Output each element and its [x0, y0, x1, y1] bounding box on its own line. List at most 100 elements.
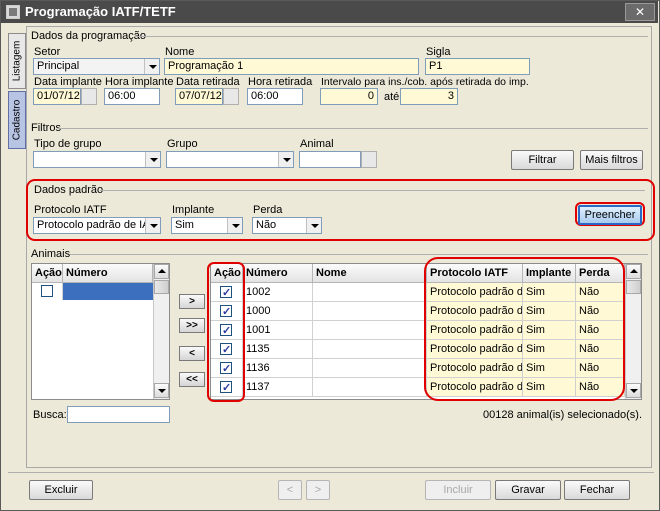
move-left-button[interactable]: <: [179, 346, 205, 361]
row-nome-cell[interactable]: [313, 321, 427, 340]
scroll-down-button[interactable]: [626, 383, 641, 398]
scroll-up-button[interactable]: [154, 264, 169, 279]
data-retirada-input[interactable]: 07/07/12: [175, 88, 223, 105]
row-numero-cell[interactable]: 1135: [243, 340, 313, 359]
row-numero-cell[interactable]: 1000: [243, 302, 313, 321]
close-button[interactable]: ✕: [625, 3, 655, 21]
mais-filtros-button[interactable]: Mais filtros: [580, 150, 643, 170]
app-window-icon: [6, 5, 20, 19]
perda-select[interactable]: Não: [252, 217, 322, 234]
setor-value: Principal: [37, 60, 80, 72]
highlight-acao-column: [207, 262, 245, 402]
data-implante-input[interactable]: 01/07/12: [33, 88, 81, 105]
header-nome[interactable]: Nome: [313, 264, 427, 283]
grupo-select[interactable]: [166, 151, 294, 168]
protocolo-select[interactable]: Protocolo padrão de IATF: [33, 217, 161, 234]
scroll-up-button[interactable]: [626, 264, 641, 279]
intervalo-to-input[interactable]: 3: [400, 88, 458, 105]
hora-implante-input[interactable]: 06:00: [104, 88, 160, 105]
row-numero-cell[interactable]: 1136: [243, 359, 313, 378]
chevron-down-icon: [145, 152, 160, 167]
animal-lookup-button[interactable]: [361, 151, 377, 168]
data-implante-calendar[interactable]: [81, 88, 97, 105]
gravar-button[interactable]: Gravar: [495, 480, 561, 500]
chevron-down-icon: [306, 218, 321, 233]
row-nome-cell[interactable]: [313, 340, 427, 359]
incluir-button[interactable]: Incluir: [425, 480, 491, 500]
busca-input[interactable]: [67, 406, 170, 423]
chevron-down-icon: [227, 218, 242, 233]
animais-title: Animais: [31, 248, 71, 260]
left-row-action-cell[interactable]: [32, 283, 63, 300]
dados-programacao-title: Dados da programação: [31, 30, 146, 42]
perda-value: Não: [256, 219, 277, 231]
intervalo-from-input[interactable]: 0: [320, 88, 378, 105]
footer-divider: [8, 472, 654, 473]
hora-retirada-input[interactable]: 06:00: [247, 88, 303, 105]
busca-label: Busca:: [33, 409, 67, 421]
data-implante-label: Data implante: [34, 76, 102, 88]
preencher-button[interactable]: Preencher: [578, 205, 642, 225]
row-numero-cell[interactable]: 1001: [243, 321, 313, 340]
row-nome-cell[interactable]: [313, 359, 427, 378]
scroll-down-button[interactable]: [154, 383, 169, 398]
tipo-grupo-select[interactable]: [33, 151, 161, 168]
ate-label: até: [384, 91, 400, 103]
nome-label: Nome: [165, 46, 195, 58]
move-all-right-button[interactable]: >>: [179, 318, 205, 333]
scroll-thumb[interactable]: [626, 280, 641, 294]
tab-cadastro-label: Cadastro: [11, 99, 23, 141]
filtros-title: Filtros: [31, 122, 61, 134]
move-all-left-button[interactable]: <<: [179, 372, 205, 387]
left-grid-scrollbar[interactable]: [153, 264, 169, 399]
fechar-button[interactable]: Fechar: [564, 480, 630, 500]
highlight-defaults-columns: [424, 257, 625, 401]
hora-implante-label: Hora implante: [105, 76, 174, 88]
nome-input[interactable]: Programação 1: [164, 58, 419, 75]
protocolo-label: Protocolo IATF: [34, 204, 107, 216]
scroll-thumb[interactable]: [154, 280, 169, 294]
implante-select[interactable]: Sim: [171, 217, 243, 234]
implante-label: Implante: [172, 204, 215, 216]
intervalo-label: Intervalo para ins./cob. após retirada d…: [321, 76, 529, 88]
data-retirada-calendar[interactable]: [223, 88, 239, 105]
left-header-acao[interactable]: Ação: [32, 264, 63, 283]
dados-padrao-title: Dados padrão: [34, 184, 104, 196]
row-nome-cell[interactable]: [313, 283, 427, 302]
setor-select[interactable]: Principal: [33, 58, 160, 75]
filtrar-button[interactable]: Filtrar: [511, 150, 574, 170]
previous-button[interactable]: <: [278, 480, 302, 500]
row-nome-cell[interactable]: [313, 378, 427, 397]
divider: [58, 128, 648, 129]
tab-listagem-label: Listagem: [11, 40, 23, 82]
left-row-selected[interactable]: [63, 283, 153, 300]
excluir-button[interactable]: Excluir: [29, 480, 93, 500]
divider: [70, 254, 648, 255]
animal-input[interactable]: [299, 151, 361, 168]
next-button[interactable]: >: [306, 480, 330, 500]
right-grid-scrollbar[interactable]: [625, 264, 641, 399]
row-numero-cell[interactable]: 1137: [243, 378, 313, 397]
left-header-numero[interactable]: Número: [63, 264, 153, 283]
data-retirada-label: Data retirada: [176, 76, 240, 88]
chevron-down-icon: [145, 218, 160, 233]
header-numero[interactable]: Número: [243, 264, 313, 283]
row-numero-cell[interactable]: 1002: [243, 283, 313, 302]
sigla-label: Sigla: [426, 46, 451, 58]
chevron-down-icon: [278, 152, 293, 167]
move-right-button[interactable]: >: [179, 294, 205, 309]
window-title: Programação IATF/TETF: [25, 4, 176, 19]
divider: [100, 190, 645, 191]
chevron-down-icon: [144, 59, 159, 74]
tab-cadastro[interactable]: Cadastro: [8, 91, 26, 149]
sigla-input[interactable]: P1: [425, 58, 530, 75]
checkbox[interactable]: [41, 285, 53, 297]
tab-listagem[interactable]: Listagem: [8, 33, 26, 89]
grupo-label: Grupo: [167, 138, 198, 150]
row-nome-cell[interactable]: [313, 302, 427, 321]
divider: [134, 36, 648, 37]
selected-count: 00128 animal(is) selecionado(s).: [483, 409, 642, 421]
protocolo-value: Protocolo padrão de IATF: [37, 219, 161, 231]
implante-value: Sim: [175, 219, 194, 231]
title-bar: Programação IATF/TETF ✕: [1, 1, 658, 23]
